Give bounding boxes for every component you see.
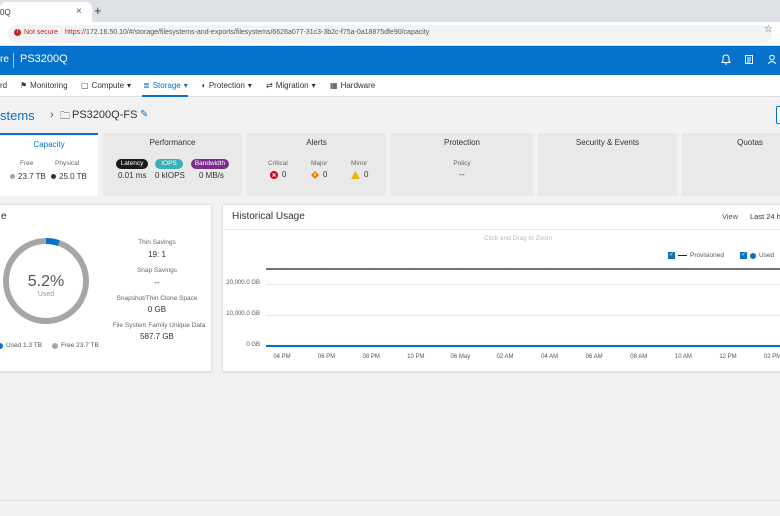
data-point-used — [326, 345, 328, 347]
data-point-used — [638, 345, 640, 347]
data-point-used — [504, 345, 506, 347]
y-tick-label: 0 GB — [246, 342, 260, 348]
x-tick-label: 02 PM — [763, 354, 780, 360]
x-tick-label: 10 AM — [674, 354, 692, 360]
x-tick-label: 08 AM — [630, 354, 648, 360]
data-point-provisioned — [415, 268, 417, 270]
data-point-provisioned — [326, 268, 328, 270]
data-point-used — [415, 345, 417, 347]
data-point-provisioned — [459, 268, 461, 270]
data-point-provisioned — [638, 268, 640, 270]
y-tick-label: 20,000.0 GB — [226, 280, 260, 287]
data-point-used — [772, 345, 774, 347]
x-tick-label: 04 PM — [273, 354, 291, 360]
data-point-used — [593, 345, 595, 347]
x-tick-label: 10 PM — [407, 354, 425, 360]
data-point-provisioned — [772, 268, 774, 270]
historical-chart[interactable] — [0, 0, 780, 516]
bottom-bar — [0, 500, 780, 516]
data-point-provisioned — [549, 268, 551, 270]
data-point-provisioned — [727, 268, 729, 270]
x-tick-label: 12 PM — [719, 354, 737, 360]
data-point-provisioned — [504, 268, 506, 270]
data-point-used — [281, 345, 283, 347]
x-tick-label: 06 May — [450, 354, 471, 360]
x-tick-label: 08 PM — [362, 354, 380, 360]
x-tick-label: 06 AM — [585, 354, 603, 360]
y-tick-label: 10,000.0 GB — [226, 311, 260, 318]
data-point-used — [727, 345, 729, 347]
data-point-used — [549, 345, 551, 347]
data-point-used — [682, 345, 685, 347]
data-point-provisioned — [682, 268, 685, 270]
x-tick-label: 06 PM — [317, 354, 336, 360]
data-point-used — [459, 345, 461, 347]
data-point-provisioned — [593, 268, 595, 270]
x-tick-label: 02 AM — [496, 354, 514, 360]
data-point-provisioned — [281, 268, 283, 270]
x-tick-label: 04 AM — [541, 354, 559, 360]
data-point-used — [370, 345, 372, 347]
data-point-provisioned — [370, 268, 372, 270]
